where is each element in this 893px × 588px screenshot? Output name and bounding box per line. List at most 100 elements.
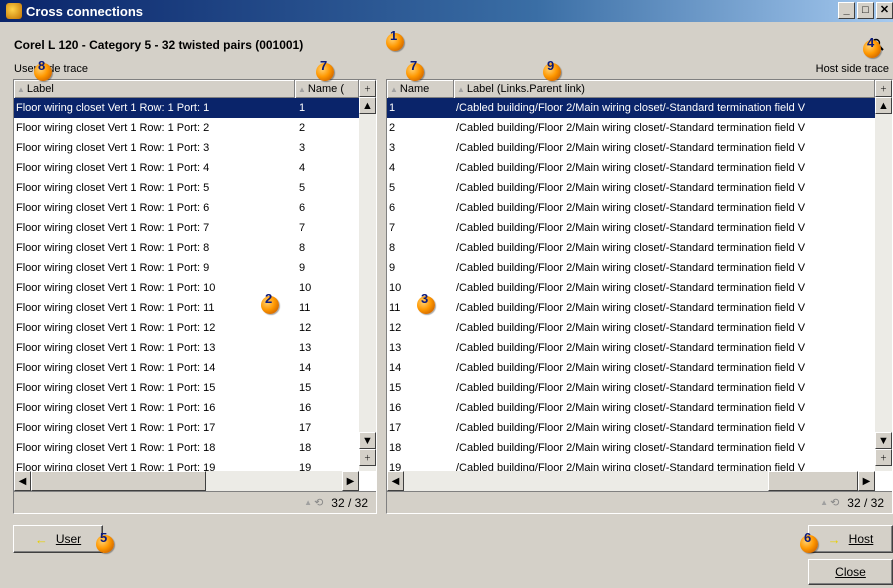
table-row[interactable]: 17/Cabled building/Floor 2/Main wiring c… — [387, 418, 875, 438]
user-button[interactable]: ← User — [13, 525, 103, 553]
table-row[interactable]: Floor wiring closet Vert 1 Row: 1 Port: … — [14, 258, 359, 278]
refresh-icon[interactable]: ⟲ — [830, 496, 839, 509]
table-row[interactable]: Floor wiring closet Vert 1 Row: 1 Port: … — [14, 278, 359, 298]
table-row[interactable]: 10/Cabled building/Floor 2/Main wiring c… — [387, 278, 875, 298]
callout-marker: 2 — [261, 291, 279, 314]
table-row[interactable]: 14/Cabled building/Floor 2/Main wiring c… — [387, 358, 875, 378]
user-hscroll-track[interactable] — [206, 471, 342, 491]
host-vscroll-track[interactable] — [875, 114, 892, 432]
scroll-right-icon[interactable]: ▶ — [858, 471, 875, 491]
refresh-icon[interactable]: ⟲ — [314, 496, 323, 509]
table-row[interactable]: Floor wiring closet Vert 1 Row: 1 Port: … — [14, 118, 359, 138]
table-row[interactable]: Floor wiring closet Vert 1 Row: 1 Port: … — [14, 298, 359, 318]
host-row-label: /Cabled building/Floor 2/Main wiring clo… — [456, 262, 806, 274]
user-row-name: 13 — [299, 342, 312, 354]
table-row[interactable]: 4/Cabled building/Floor 2/Main wiring cl… — [387, 158, 875, 178]
table-row[interactable]: Floor wiring closet Vert 1 Row: 1 Port: … — [14, 338, 359, 358]
user-hscroll-thumb[interactable] — [31, 471, 206, 491]
user-row-name: 2 — [299, 122, 306, 134]
host-col-label-header[interactable]: ▲ Label (Links.Parent link) — [454, 80, 875, 98]
table-row[interactable]: 3/Cabled building/Floor 2/Main wiring cl… — [387, 138, 875, 158]
user-row-label: Floor wiring closet Vert 1 Row: 1 Port: … — [16, 322, 216, 334]
user-col-label-header[interactable]: ▲ Label — [14, 80, 295, 98]
scroll-up-arrow-icon[interactable]: ▲ — [875, 97, 892, 114]
table-row[interactable]: Floor wiring closet Vert 1 Row: 1 Port: … — [14, 158, 359, 178]
table-row[interactable]: Floor wiring closet Vert 1 Row: 1 Port: … — [14, 198, 359, 218]
scroll-right-icon[interactable]: ▶ — [342, 471, 359, 491]
table-row[interactable]: 5/Cabled building/Floor 2/Main wiring cl… — [387, 178, 875, 198]
table-row[interactable]: 11/Cabled building/Floor 2/Main wiring c… — [387, 298, 875, 318]
user-vscroll-track[interactable] — [359, 114, 376, 432]
table-row[interactable]: Floor wiring closet Vert 1 Row: 1 Port: … — [14, 318, 359, 338]
host-button[interactable]: → Host — [808, 525, 893, 553]
table-row[interactable]: 1/Cabled building/Floor 2/Main wiring cl… — [387, 98, 875, 118]
user-footer: ▲ ⟲ 32 / 32 — [14, 491, 376, 513]
table-row[interactable]: 19/Cabled building/Floor 2/Main wiring c… — [387, 458, 875, 471]
host-row-name: 7 — [389, 222, 396, 234]
table-row[interactable]: 12/Cabled building/Floor 2/Main wiring c… — [387, 318, 875, 338]
host-hscroll[interactable]: ◀ ▶ — [387, 471, 875, 491]
restore-button[interactable]: □ — [857, 2, 874, 19]
user-side-grid: ▲ Label ▲ Name ( Floor wiring closet Vert … — [13, 79, 377, 514]
scroll-left-icon[interactable]: ◀ — [14, 471, 31, 491]
user-row-name: 18 — [299, 442, 312, 454]
table-row[interactable]: 9/Cabled building/Floor 2/Main wiring cl… — [387, 258, 875, 278]
table-row[interactable]: 13/Cabled building/Floor 2/Main wiring c… — [387, 338, 875, 358]
scroll-up-arrow-icon[interactable]: ▲ — [359, 97, 376, 114]
scroll-down-arrow-icon[interactable]: ▼ — [359, 432, 376, 449]
table-row[interactable]: Floor wiring closet Vert 1 Row: 1 Port: … — [14, 178, 359, 198]
scroll-down-button[interactable]: ＋ — [359, 449, 376, 466]
table-row[interactable]: Floor wiring closet Vert 1 Row: 1 Port: … — [14, 138, 359, 158]
host-hscroll-thumb[interactable] — [768, 471, 858, 491]
table-row[interactable]: 6/Cabled building/Floor 2/Main wiring cl… — [387, 198, 875, 218]
user-row-label: Floor wiring closet Vert 1 Row: 1 Port: … — [16, 442, 216, 454]
user-row-label: Floor wiring closet Vert 1 Row: 1 Port: … — [16, 282, 216, 294]
user-row-label: Floor wiring closet Vert 1 Row: 1 Port: … — [16, 382, 216, 394]
table-row[interactable]: 2/Cabled building/Floor 2/Main wiring cl… — [387, 118, 875, 138]
host-vscroll[interactable]: ＋ ▲ ▼ ＋ — [875, 80, 892, 471]
table-row[interactable]: 15/Cabled building/Floor 2/Main wiring c… — [387, 378, 875, 398]
host-col-name-header[interactable]: ▲ Name — [387, 80, 454, 98]
host-count: 32 / 32 — [847, 495, 884, 510]
table-row[interactable]: Floor wiring closet Vert 1 Row: 1 Port: … — [14, 378, 359, 398]
table-row[interactable]: Floor wiring closet Vert 1 Row: 1 Port: … — [14, 238, 359, 258]
table-row[interactable]: Floor wiring closet Vert 1 Row: 1 Port: … — [14, 98, 359, 118]
user-row-name: 15 — [299, 382, 312, 394]
host-row-label: /Cabled building/Floor 2/Main wiring clo… — [456, 462, 806, 471]
scroll-up-button[interactable]: ＋ — [359, 80, 376, 97]
table-row[interactable]: 18/Cabled building/Floor 2/Main wiring c… — [387, 438, 875, 458]
table-row[interactable]: 8/Cabled building/Floor 2/Main wiring cl… — [387, 238, 875, 258]
table-row[interactable]: Floor wiring closet Vert 1 Row: 1 Port: … — [14, 438, 359, 458]
host-hscroll-track[interactable] — [404, 471, 768, 491]
table-row[interactable]: 7/Cabled building/Floor 2/Main wiring cl… — [387, 218, 875, 238]
scroll-up-button[interactable]: ＋ — [875, 80, 892, 97]
callout-marker: 7 — [316, 58, 334, 81]
scroll-down-button[interactable]: ＋ — [875, 449, 892, 466]
user-col-name-header[interactable]: ▲ Name ( — [295, 80, 359, 98]
callout-marker: 4 — [863, 35, 881, 58]
arrow-right-icon: → — [827, 531, 841, 547]
user-hscroll[interactable]: ◀ ▶ — [14, 471, 359, 491]
host-row-name: 2 — [389, 122, 396, 134]
close-button[interactable]: Close — [808, 559, 893, 585]
host-row-name: 15 — [389, 382, 402, 394]
callout-marker: 7 — [406, 58, 424, 81]
table-row[interactable]: Floor wiring closet Vert 1 Row: 1 Port: … — [14, 358, 359, 378]
user-row-label: Floor wiring closet Vert 1 Row: 1 Port: … — [16, 362, 216, 374]
table-row[interactable]: 16/Cabled building/Floor 2/Main wiring c… — [387, 398, 875, 418]
close-window-button[interactable]: ✕ — [876, 2, 893, 19]
minimize-button[interactable]: _ — [838, 2, 855, 19]
sort-icon[interactable]: ▲ — [304, 498, 312, 507]
user-vscroll[interactable]: ＋ ▲ ▼ ＋ — [359, 80, 376, 471]
scroll-left-icon[interactable]: ◀ — [387, 471, 404, 491]
table-row[interactable]: Floor wiring closet Vert 1 Row: 1 Port: … — [14, 418, 359, 438]
user-row-label: Floor wiring closet Vert 1 Row: 1 Port: … — [16, 182, 210, 194]
table-row[interactable]: Floor wiring closet Vert 1 Row: 1 Port: … — [14, 398, 359, 418]
user-row-label: Floor wiring closet Vert 1 Row: 1 Port: … — [16, 342, 216, 354]
user-row-name: 17 — [299, 422, 312, 434]
table-row[interactable]: Floor wiring closet Vert 1 Row: 1 Port: … — [14, 218, 359, 238]
user-row-name: 12 — [299, 322, 312, 334]
scroll-down-arrow-icon[interactable]: ▼ — [875, 432, 892, 449]
sort-icon[interactable]: ▲ — [820, 498, 828, 507]
table-row[interactable]: Floor wiring closet Vert 1 Row: 1 Port: … — [14, 458, 359, 471]
